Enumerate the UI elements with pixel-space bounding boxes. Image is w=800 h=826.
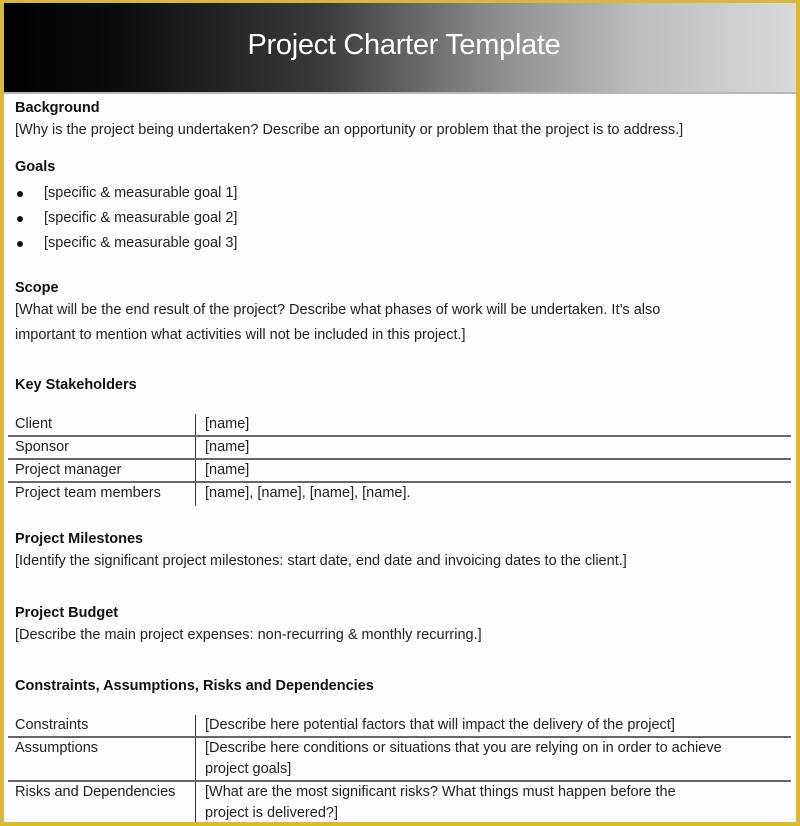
title-banner: Project Charter Template (4, 3, 796, 94)
constraint-label: Risks and Dependencies (8, 781, 196, 822)
bullet-icon (17, 191, 23, 197)
table-row: Sponsor [name] (8, 436, 791, 460)
stakeholder-name: [name] (195, 414, 791, 437)
goal-text: [specific & measurable goal 3] (44, 235, 238, 251)
section-heading: Project Budget (15, 605, 119, 621)
constraint-description: [Describe here conditions or situations … (195, 737, 791, 782)
table-row: Project team members [name], [name], [na… (8, 482, 791, 506)
table-row: Risks and Dependencies [What are the mos… (8, 781, 792, 822)
section-text: [Identify the significant project milest… (15, 553, 627, 569)
constraints-table: Constraints [Describe here potential fac… (8, 715, 792, 822)
stakeholders-table: Client [name] Sponsor [name] Project man… (8, 414, 791, 506)
section-budget: Project Budget [Describe the main projec… (15, 604, 482, 648)
document-title: Project Charter Template (247, 29, 561, 61)
section-text-line: important to mention what activities wil… (15, 327, 466, 343)
constraint-label: Constraints (8, 715, 196, 738)
description-line: project goals] (205, 761, 292, 777)
section-heading: Key Stakeholders (15, 377, 137, 393)
goals-list: [specific & measurable goal 1] [specific… (15, 181, 237, 256)
section-scope: Scope [What will be the end result of th… (15, 279, 660, 348)
list-item: [specific & measurable goal 3] (15, 231, 237, 256)
goal-text: [specific & measurable goal 1] (44, 185, 238, 201)
stakeholder-name: [name] (195, 459, 791, 483)
section-heading: Scope (15, 280, 59, 296)
table-row: Assumptions [Describe here conditions or… (8, 737, 791, 782)
section-goals: Goals [specific & measurable goal 1] [sp… (15, 158, 237, 256)
bullet-icon (17, 241, 23, 247)
stakeholder-role: Client (8, 414, 196, 437)
constraint-description: [Describe here potential factors that wi… (195, 715, 791, 738)
list-item: [specific & measurable goal 1] (15, 181, 237, 206)
section-stakeholders: Key Stakeholders (15, 376, 137, 394)
description-line: [Describe here conditions or situations … (205, 740, 722, 756)
stakeholder-name: [name], [name], [name], [name]. (205, 485, 411, 501)
stakeholder-role: Project team members (8, 482, 196, 506)
stakeholder-role: Project manager (8, 459, 196, 483)
table-row: Client [name] (8, 414, 791, 437)
section-milestones: Project Milestones [Identify the signifi… (15, 530, 627, 574)
section-heading: Goals (15, 159, 56, 175)
list-item: [specific & measurable goal 2] (15, 206, 237, 231)
section-heading: Project Milestones (15, 531, 144, 547)
section-background: Background [Why is the project being und… (15, 99, 683, 143)
description-line: [What are the most significant risks? Wh… (205, 784, 676, 800)
section-text: [Describe the main project expenses: non… (15, 627, 482, 643)
description-line: [Describe here potential factors that wi… (205, 717, 675, 733)
stakeholder-role: Sponsor (8, 436, 196, 460)
description-line: project is delivered?] (205, 805, 338, 821)
document-page: Project Charter Template Background [Why… (0, 0, 800, 826)
section-constraints: Constraints, Assumptions, Risks and Depe… (15, 677, 374, 695)
section-heading: Background (15, 100, 100, 116)
section-text-line: [What will be the end result of the proj… (15, 302, 661, 318)
stakeholder-name: [name] (195, 436, 791, 460)
bullet-icon (17, 216, 23, 222)
constraint-label: Assumptions (8, 737, 196, 782)
table-row: Constraints [Describe here potential fac… (8, 715, 791, 738)
constraint-description: [What are the most significant risks? Wh… (196, 781, 792, 822)
goal-text: [specific & measurable goal 2] (44, 210, 238, 226)
section-heading: Constraints, Assumptions, Risks and Depe… (15, 678, 374, 694)
section-text: [Why is the project being undertaken? De… (15, 122, 684, 138)
table-row: Project manager [name] (8, 459, 791, 483)
